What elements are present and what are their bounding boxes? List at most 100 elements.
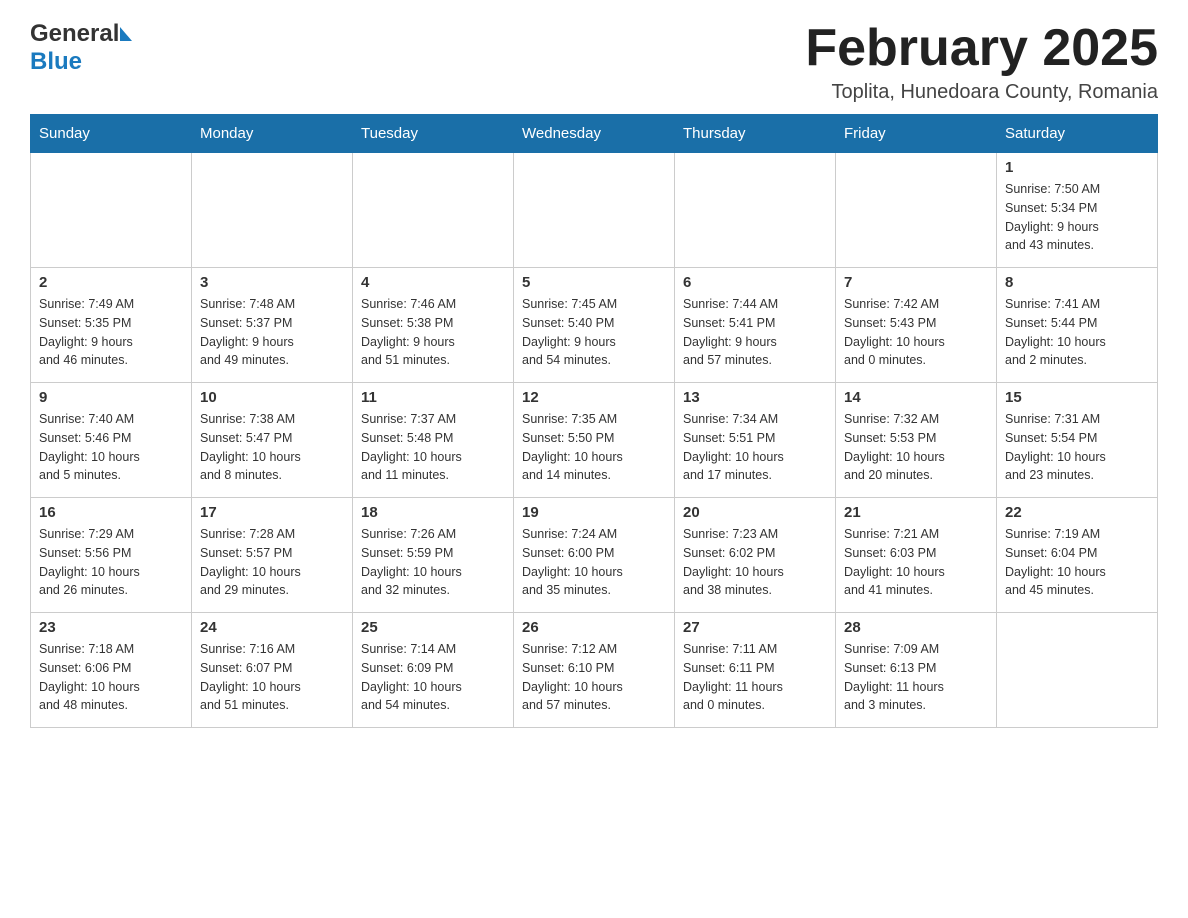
calendar-cell <box>997 613 1158 728</box>
day-info: Sunrise: 7:50 AM Sunset: 5:34 PM Dayligh… <box>1005 180 1149 255</box>
calendar-cell: 18Sunrise: 7:26 AM Sunset: 5:59 PM Dayli… <box>353 498 514 613</box>
calendar-cell <box>353 153 514 268</box>
day-info: Sunrise: 7:29 AM Sunset: 5:56 PM Dayligh… <box>39 525 183 600</box>
day-number: 17 <box>200 504 344 521</box>
day-number: 13 <box>683 389 827 406</box>
calendar-cell: 4 Sunrise: 7:46 AM Sunset: 5:38 PM Daylig… <box>353 268 514 383</box>
calendar-header-row: SundayMondayTuesdayWednesdayThursdayFrid… <box>31 115 1158 153</box>
day-number: 8 <box>1005 274 1149 291</box>
day-info: Sunrise: 7:32 AM Sunset: 5:53 PM Dayligh… <box>844 410 988 485</box>
weekday-header-wednesday: Wednesday <box>514 115 675 153</box>
calendar-table: SundayMondayTuesdayWednesdayThursdayFrid… <box>30 114 1158 728</box>
logo-arrow-icon <box>120 27 132 41</box>
day-number: 7 <box>844 274 988 291</box>
calendar-cell: 1 Sunrise: 7:50 AM Sunset: 5:34 PM Daylig… <box>997 153 1158 268</box>
day-info: Sunrise: 7:48 AM Sunset: 5:37 PM Dayligh… <box>200 295 344 370</box>
day-info: Sunrise: 7:18 AM Sunset: 6:06 PM Dayligh… <box>39 640 183 715</box>
month-title: February 2025 <box>805 20 1158 77</box>
calendar-cell: 9 Sunrise: 7:40 AM Sunset: 5:46 PM Daylig… <box>31 383 192 498</box>
day-info: Sunrise: 7:26 AM Sunset: 5:59 PM Dayligh… <box>361 525 505 600</box>
page-header: General Blue February 2025 Toplita, Hune… <box>30 20 1158 104</box>
day-number: 3 <box>200 274 344 291</box>
day-info: Sunrise: 7:44 AM Sunset: 5:41 PM Dayligh… <box>683 295 827 370</box>
day-number: 1 <box>1005 159 1149 176</box>
calendar-cell <box>675 153 836 268</box>
day-info: Sunrise: 7:38 AM Sunset: 5:47 PM Dayligh… <box>200 410 344 485</box>
day-number: 6 <box>683 274 827 291</box>
day-info: Sunrise: 7:40 AM Sunset: 5:46 PM Dayligh… <box>39 410 183 485</box>
day-number: 5 <box>522 274 666 291</box>
logo-general-text: General <box>30 20 119 48</box>
calendar-cell <box>31 153 192 268</box>
calendar-cell: 21 Sunrise: 7:21 AM Sunset: 6:03 PM Dayli… <box>836 498 997 613</box>
weekday-header-thursday: Thursday <box>675 115 836 153</box>
day-number: 15 <box>1005 389 1149 406</box>
day-number: 23 <box>39 619 183 636</box>
calendar-cell <box>514 153 675 268</box>
day-number: 10 <box>200 389 344 406</box>
calendar-cell: 15 Sunrise: 7:31 AM Sunset: 5:54 PM Dayli… <box>997 383 1158 498</box>
calendar-cell: 14Sunrise: 7:32 AM Sunset: 5:53 PM Dayli… <box>836 383 997 498</box>
location-subtitle: Toplita, Hunedoara County, Romania <box>805 81 1158 104</box>
day-info: Sunrise: 7:16 AM Sunset: 6:07 PM Dayligh… <box>200 640 344 715</box>
day-number: 9 <box>39 389 183 406</box>
calendar-cell: 12 Sunrise: 7:35 AM Sunset: 5:50 PM Dayli… <box>514 383 675 498</box>
day-number: 12 <box>522 389 666 406</box>
day-info: Sunrise: 7:45 AM Sunset: 5:40 PM Dayligh… <box>522 295 666 370</box>
day-number: 16 <box>39 504 183 521</box>
day-number: 27 <box>683 619 827 636</box>
calendar-cell: 8Sunrise: 7:41 AM Sunset: 5:44 PM Daylig… <box>997 268 1158 383</box>
day-info: Sunrise: 7:49 AM Sunset: 5:35 PM Dayligh… <box>39 295 183 370</box>
weekday-header-tuesday: Tuesday <box>353 115 514 153</box>
calendar-cell: 28 Sunrise: 7:09 AM Sunset: 6:13 PM Dayli… <box>836 613 997 728</box>
day-info: Sunrise: 7:09 AM Sunset: 6:13 PM Dayligh… <box>844 640 988 715</box>
calendar-cell: 6 Sunrise: 7:44 AM Sunset: 5:41 PM Daylig… <box>675 268 836 383</box>
calendar-cell: 26 Sunrise: 7:12 AM Sunset: 6:10 PM Dayli… <box>514 613 675 728</box>
day-number: 2 <box>39 274 183 291</box>
calendar-cell <box>192 153 353 268</box>
weekday-header-monday: Monday <box>192 115 353 153</box>
weekday-header-sunday: Sunday <box>31 115 192 153</box>
day-info: Sunrise: 7:14 AM Sunset: 6:09 PM Dayligh… <box>361 640 505 715</box>
day-number: 4 <box>361 274 505 291</box>
day-info: Sunrise: 7:21 AM Sunset: 6:03 PM Dayligh… <box>844 525 988 600</box>
day-info: Sunrise: 7:19 AM Sunset: 6:04 PM Dayligh… <box>1005 525 1149 600</box>
title-section: February 2025 Toplita, Hunedoara County,… <box>805 20 1158 104</box>
day-info: Sunrise: 7:31 AM Sunset: 5:54 PM Dayligh… <box>1005 410 1149 485</box>
day-info: Sunrise: 7:37 AM Sunset: 5:48 PM Dayligh… <box>361 410 505 485</box>
calendar-cell <box>836 153 997 268</box>
day-info: Sunrise: 7:11 AM Sunset: 6:11 PM Dayligh… <box>683 640 827 715</box>
week-row-2: 2 Sunrise: 7:49 AM Sunset: 5:35 PM Daylig… <box>31 268 1158 383</box>
week-row-4: 16 Sunrise: 7:29 AM Sunset: 5:56 PM Dayli… <box>31 498 1158 613</box>
day-info: Sunrise: 7:34 AM Sunset: 5:51 PM Dayligh… <box>683 410 827 485</box>
calendar-cell: 22Sunrise: 7:19 AM Sunset: 6:04 PM Dayli… <box>997 498 1158 613</box>
day-number: 19 <box>522 504 666 521</box>
day-info: Sunrise: 7:35 AM Sunset: 5:50 PM Dayligh… <box>522 410 666 485</box>
day-number: 11 <box>361 389 505 406</box>
day-info: Sunrise: 7:46 AM Sunset: 5:38 PM Dayligh… <box>361 295 505 370</box>
day-info: Sunrise: 7:23 AM Sunset: 6:02 PM Dayligh… <box>683 525 827 600</box>
calendar-cell: 16 Sunrise: 7:29 AM Sunset: 5:56 PM Dayli… <box>31 498 192 613</box>
calendar-cell: 11 Sunrise: 7:37 AM Sunset: 5:48 PM Dayli… <box>353 383 514 498</box>
day-number: 20 <box>683 504 827 521</box>
day-number: 28 <box>844 619 988 636</box>
calendar-cell: 23 Sunrise: 7:18 AM Sunset: 6:06 PM Dayli… <box>31 613 192 728</box>
calendar-cell: 19 Sunrise: 7:24 AM Sunset: 6:00 PM Dayli… <box>514 498 675 613</box>
calendar-cell: 5 Sunrise: 7:45 AM Sunset: 5:40 PM Daylig… <box>514 268 675 383</box>
calendar-cell: 25 Sunrise: 7:14 AM Sunset: 6:09 PM Dayli… <box>353 613 514 728</box>
day-number: 26 <box>522 619 666 636</box>
day-info: Sunrise: 7:24 AM Sunset: 6:00 PM Dayligh… <box>522 525 666 600</box>
day-number: 25 <box>361 619 505 636</box>
calendar-cell: 7 Sunrise: 7:42 AM Sunset: 5:43 PM Daylig… <box>836 268 997 383</box>
calendar-cell: 2 Sunrise: 7:49 AM Sunset: 5:35 PM Daylig… <box>31 268 192 383</box>
calendar-cell: 24 Sunrise: 7:16 AM Sunset: 6:07 PM Dayli… <box>192 613 353 728</box>
calendar-cell: 13 Sunrise: 7:34 AM Sunset: 5:51 PM Dayli… <box>675 383 836 498</box>
calendar-cell: 27 Sunrise: 7:11 AM Sunset: 6:11 PM Dayli… <box>675 613 836 728</box>
day-number: 21 <box>844 504 988 521</box>
day-number: 24 <box>200 619 344 636</box>
day-info: Sunrise: 7:28 AM Sunset: 5:57 PM Dayligh… <box>200 525 344 600</box>
day-info: Sunrise: 7:42 AM Sunset: 5:43 PM Dayligh… <box>844 295 988 370</box>
weekday-header-saturday: Saturday <box>997 115 1158 153</box>
calendar-cell: 17 Sunrise: 7:28 AM Sunset: 5:57 PM Dayli… <box>192 498 353 613</box>
day-info: Sunrise: 7:12 AM Sunset: 6:10 PM Dayligh… <box>522 640 666 715</box>
